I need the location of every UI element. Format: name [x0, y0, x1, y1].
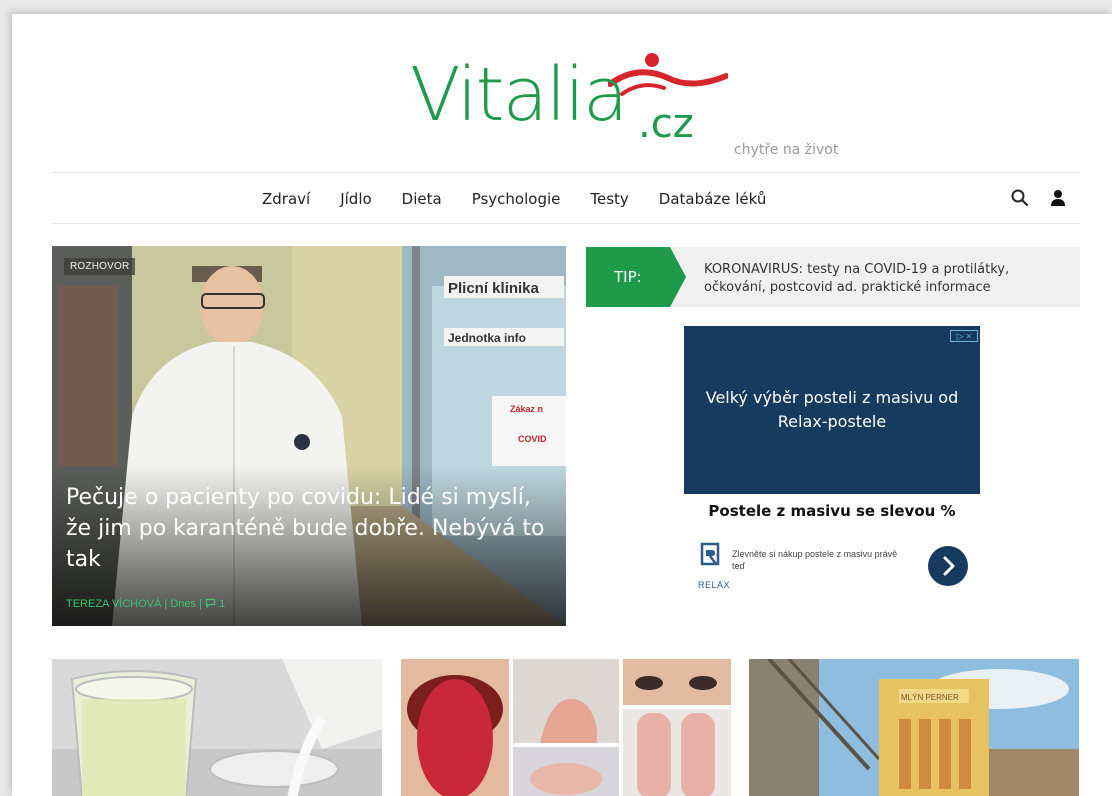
hero-sign-mid: Jednotka info [448, 331, 526, 345]
tip-text[interactable]: KORONAVIRUS: testy na COVID-19 a protilá… [704, 261, 1074, 297]
user-icon[interactable] [1048, 188, 1068, 208]
hero-sign-warn: Zákaz n [510, 404, 543, 414]
rash-collage-photo [401, 659, 731, 796]
advertisement[interactable]: ▷ × Velký výběr posteli z masivu od Rela… [684, 326, 980, 596]
nav-item-psychologie[interactable]: Psychologie [472, 190, 561, 208]
hero-sign-covid: COVID [518, 434, 547, 444]
nav-item-jidlo[interactable]: Jídlo [340, 190, 371, 208]
article-thumb-milk[interactable] [52, 659, 382, 796]
hero-article[interactable]: Plicní klinika Jednotka info Zákaz n COV… [52, 246, 566, 626]
mill-building-photo: MLÝN PERNER [749, 659, 1079, 796]
milk-photo [52, 659, 382, 796]
ad-brand-logo-icon [700, 542, 720, 566]
logo-tld-text: cz [650, 101, 694, 147]
nav-item-dieta[interactable]: Dieta [402, 190, 442, 208]
nav-item-databaze-leku[interactable]: Databáze léků [659, 190, 767, 208]
nav-items: Zdraví Jídlo Dieta Psychologie Testy Dat… [262, 173, 796, 225]
search-icon[interactable] [1010, 188, 1030, 208]
hero-comment-count[interactable]: 1 [219, 598, 225, 610]
article-thumb-mill[interactable]: MLÝN PERNER [749, 659, 1079, 796]
hero-date: Dnes [170, 598, 197, 610]
ad-banner-text: Velký výběr posteli z masivu od Relax-po… [705, 388, 959, 431]
logo-wordmark: Vitalia [410, 52, 628, 138]
comment-icon [205, 598, 216, 609]
hero-author[interactable]: TEREZA VÍCHOVÁ [66, 598, 161, 610]
hero-title[interactable]: Pečuje o pacienty po covidu: Lidé si mys… [66, 482, 556, 575]
hero-meta: TEREZA VÍCHOVÁ | Dnes | 1 [66, 598, 225, 610]
nav-item-testy[interactable]: Testy [590, 190, 628, 208]
chevron-right-icon [943, 556, 955, 576]
ad-next-button[interactable] [928, 546, 968, 586]
main-nav: Zdraví Jídlo Dieta Psychologie Testy Dat… [52, 172, 1080, 224]
ad-subtext: Zlevněte si nákup postele z masivu právě… [732, 549, 898, 571]
tip-box[interactable]: TIP: KORONAVIRUS: testy na COVID-19 a pr… [586, 247, 1080, 307]
ad-choices-icon[interactable]: ▷ × [950, 330, 978, 342]
logo-tagline: chytře na život [734, 142, 839, 158]
logo-tld: .cz [638, 101, 694, 147]
nav-item-zdravi[interactable]: Zdraví [262, 190, 310, 208]
site-logo[interactable]: Vitalia .cz chytře na život [410, 52, 870, 168]
hero-category-label[interactable]: ROZHOVOR [64, 258, 136, 275]
ad-brand-name: RELAX [698, 580, 731, 590]
article-thumb-rash[interactable] [401, 659, 731, 796]
nav-icons [1010, 188, 1068, 208]
page: Vitalia .cz chytře na život Zdraví Jídlo… [12, 14, 1112, 796]
hero-sign-top: Plicní klinika [448, 280, 540, 297]
mill-sign-text: MLÝN PERNER [901, 693, 959, 702]
ad-banner[interactable]: ▷ × Velký výběr posteli z masivu od Rela… [684, 326, 980, 494]
ad-headline[interactable]: Postele z masivu se slevou % [684, 502, 980, 520]
tip-badge-label: TIP: [614, 268, 642, 286]
